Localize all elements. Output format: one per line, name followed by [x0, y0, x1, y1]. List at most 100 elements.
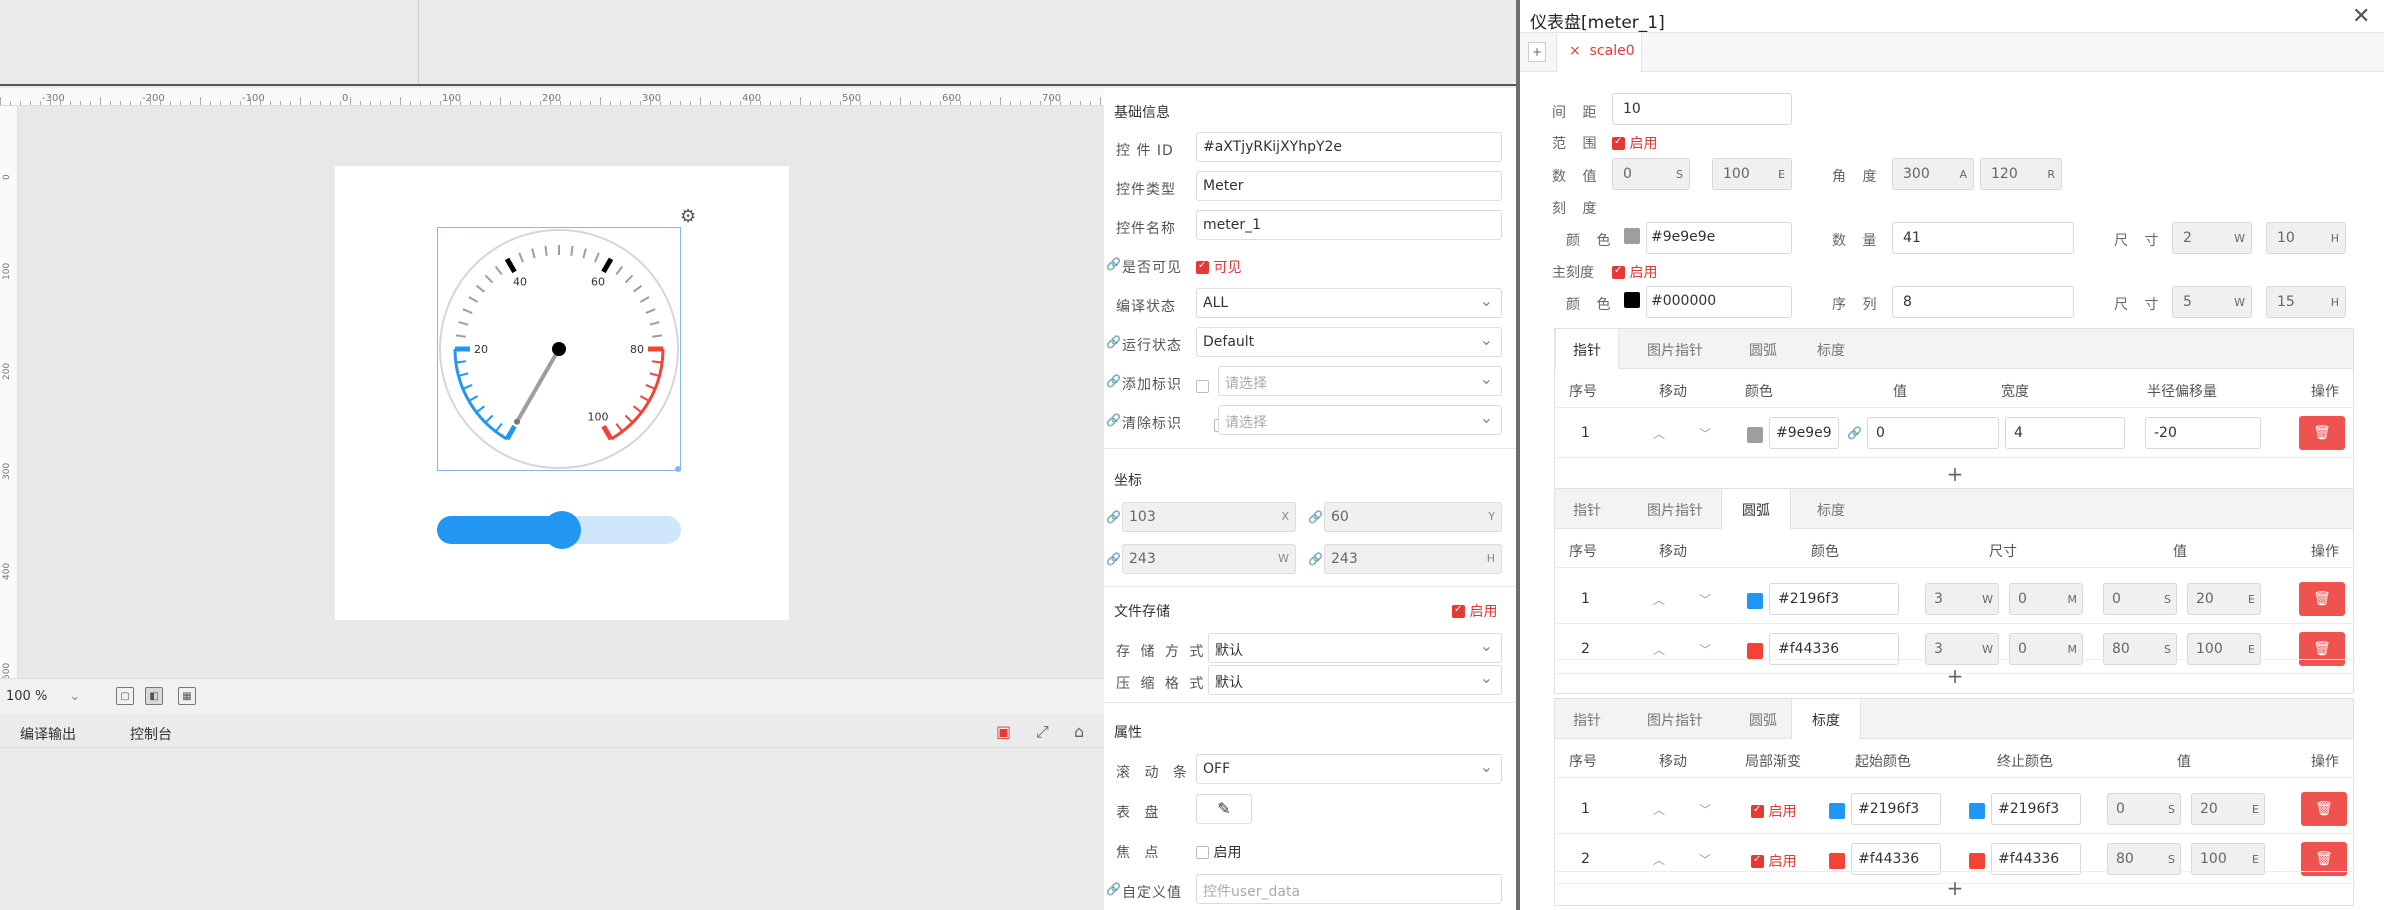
move-down-icon[interactable]: ﹀ [1699, 425, 1711, 442]
link-icon[interactable]: 🔗 [1847, 426, 1862, 440]
move-up-icon[interactable]: ︿ [1653, 801, 1665, 818]
visible-checkbox[interactable]: 可见 [1196, 257, 1241, 277]
tab-compile-output[interactable]: 编译输出 [20, 724, 76, 744]
view-single-icon[interactable]: ▢ [116, 687, 134, 705]
id-field[interactable]: #aXTjyRKijXYhpY2e [1196, 132, 1502, 162]
link-icon[interactable]: 🔗 [1106, 374, 1121, 388]
tab-console[interactable]: 控制台 [130, 724, 172, 744]
end-color-swatch[interactable] [1969, 803, 1985, 819]
arc-m-input[interactable]: 0M [2009, 583, 2083, 615]
subtab-scale[interactable]: 标度 [1799, 329, 1863, 369]
edit-dial-button[interactable]: ✎ [1196, 794, 1252, 824]
subtab-needle[interactable]: 指针 [1555, 329, 1619, 369]
needle-offset-input[interactable]: -20 [2145, 417, 2261, 449]
add-arc-button[interactable]: + [1555, 659, 2355, 693]
add-flag-checkbox[interactable] [1196, 380, 1209, 393]
close-tab-icon[interactable]: × [1569, 43, 1581, 59]
scroll-select[interactable]: OFF [1196, 754, 1502, 784]
arc-start-input[interactable]: 0S [2103, 583, 2177, 615]
view-layout-icon[interactable]: ◧ [145, 687, 163, 705]
subtab-image-needle[interactable]: 图片指针 [1627, 329, 1723, 369]
type-field[interactable]: Meter [1196, 171, 1502, 201]
move-down-icon[interactable]: ﹀ [1699, 641, 1711, 658]
needle-value-input[interactable]: 0 [1867, 417, 1999, 449]
add-flag-select[interactable]: 请选择 [1218, 366, 1502, 396]
move-up-icon[interactable]: ︿ [1653, 425, 1665, 442]
delete-button[interactable]: 🗑 [2299, 416, 2345, 450]
link-icon[interactable]: 🔗 [1106, 552, 1121, 566]
clean-icon[interactable]: ⌂ [1074, 722, 1084, 741]
scale-end-input[interactable]: 20 E [2191, 793, 2265, 825]
subtab-arc[interactable]: 圆弧 [1721, 489, 1791, 529]
link-icon[interactable]: 🔗 [1106, 413, 1121, 427]
clear-icon[interactable]: ▣ [996, 722, 1011, 741]
focus-checkbox[interactable]: 启用 [1196, 842, 1241, 862]
custom-field[interactable]: 控件user_data [1196, 874, 1502, 904]
spacing-input[interactable]: 10 [1612, 93, 1792, 125]
subtab-scale[interactable]: 标度 [1799, 489, 1863, 529]
move-up-icon[interactable]: ︿ [1653, 641, 1665, 658]
start-color-swatch[interactable] [1829, 853, 1845, 869]
h-field[interactable]: 243 H [1324, 544, 1502, 574]
arc-color-input[interactable]: #2196f3 [1769, 583, 1899, 615]
scale-start-input[interactable]: 0S [2107, 793, 2181, 825]
zoom-select[interactable]: 100 % ⌄ [6, 689, 80, 704]
move-down-icon[interactable]: ﹀ [1699, 591, 1711, 608]
fullscreen-icon[interactable]: ⤢ [1036, 722, 1049, 742]
link-icon[interactable]: 🔗 [1106, 510, 1121, 524]
w-field[interactable]: 243 W [1122, 544, 1296, 574]
x-field[interactable]: 103 X [1122, 502, 1296, 532]
start-color-swatch[interactable] [1829, 803, 1845, 819]
needle-color-swatch[interactable] [1747, 427, 1763, 443]
move-down-icon[interactable]: ﹀ [1699, 801, 1711, 818]
subtab-arc[interactable]: 圆弧 [1731, 329, 1795, 369]
major-color-swatch[interactable] [1624, 292, 1640, 308]
meter-widget[interactable]: 20 40 60 80 100 [437, 227, 681, 471]
name-field[interactable]: meter_1 [1196, 210, 1502, 240]
add-needle-button[interactable]: + [1555, 457, 2355, 491]
subtab-needle[interactable]: 指针 [1555, 489, 1619, 529]
value-max-input[interactable]: 100 E [1712, 158, 1792, 190]
slider-knob[interactable] [543, 511, 581, 549]
value-min-input[interactable]: 0S [1612, 158, 1690, 190]
widget-settings-icon[interactable]: ⚙ [680, 206, 696, 227]
subtab-image-needle[interactable]: 图片指针 [1627, 699, 1723, 739]
move-up-icon[interactable]: ︿ [1653, 851, 1665, 868]
link-icon[interactable]: 🔗 [1106, 335, 1121, 349]
arc-color-swatch[interactable] [1747, 593, 1763, 609]
y-field[interactable]: 60 Y [1324, 502, 1502, 532]
tick-h-input[interactable]: 10 H [2266, 222, 2346, 254]
link-icon[interactable]: 🔗 [1308, 510, 1323, 524]
tick-color-swatch[interactable] [1624, 228, 1640, 244]
link-icon[interactable]: 🔗 [1106, 257, 1121, 271]
major-enable[interactable]: 启用 [1612, 262, 1657, 282]
subtab-image-needle[interactable]: 图片指针 [1627, 489, 1723, 529]
tick-count-input[interactable]: 41 [1892, 222, 2074, 254]
run-select[interactable]: Default [1196, 327, 1502, 357]
compile-select[interactable]: ALL [1196, 288, 1502, 318]
major-color-input[interactable]: #000000 [1646, 286, 1792, 318]
tab-scale0[interactable]: × scale0 [1556, 33, 1642, 72]
view-grid-icon[interactable]: ▦ [178, 687, 196, 705]
delete-button[interactable]: 🗑 [2299, 582, 2345, 616]
arc-w-input[interactable]: 3W [1925, 583, 1999, 615]
resize-handle[interactable] [675, 466, 681, 472]
arc-color-swatch[interactable] [1747, 643, 1763, 659]
start-color-input[interactable]: #2196f3 [1851, 793, 1941, 825]
tick-w-input[interactable]: 2W [2172, 222, 2252, 254]
gradient-checkbox[interactable]: 启用 [1751, 851, 1796, 871]
add-scale-button[interactable]: + [1528, 42, 1546, 62]
angle-a-input[interactable]: 300 A [1892, 158, 1974, 190]
angle-r-input[interactable]: 120 R [1980, 158, 2062, 190]
subtab-arc[interactable]: 圆弧 [1731, 699, 1795, 739]
subtab-scale[interactable]: 标度 [1791, 699, 1861, 739]
needle-width-input[interactable]: 4 [2005, 417, 2125, 449]
move-down-icon[interactable]: ﹀ [1699, 851, 1711, 868]
tick-color-input[interactable]: #9e9e9e [1646, 222, 1792, 254]
major-w-input[interactable]: 5W [2172, 286, 2252, 318]
gradient-checkbox[interactable]: 启用 [1751, 801, 1796, 821]
add-scale-arc-button[interactable]: + [1555, 871, 2355, 905]
major-seq-input[interactable]: 8 [1892, 286, 2074, 318]
file-enable-checkbox[interactable]: 启用 [1452, 601, 1497, 621]
range-enable[interactable]: 启用 [1612, 133, 1657, 153]
